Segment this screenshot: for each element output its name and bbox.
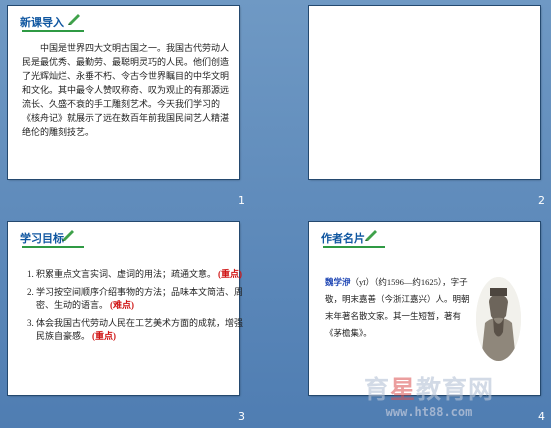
author-name: 魏学洢	[325, 277, 351, 287]
slide-number: 4	[538, 410, 545, 423]
title-underline	[323, 246, 385, 248]
watermark-url: www.ht88.com	[385, 405, 473, 419]
watermark-star: 星	[389, 375, 416, 404]
pencil-icon	[365, 230, 377, 241]
watermark-prefix: 育	[363, 375, 390, 404]
watermark-suffix: 教育网	[416, 375, 495, 404]
goal-item: 学习按空间顺序介绍事物的方法；品味本文简洁、周密、生动的语言。(难点)	[36, 286, 246, 312]
goal-mark: (难点)	[110, 300, 135, 310]
slide-number: 2	[538, 194, 545, 207]
slide-title: 作者名片	[321, 232, 365, 245]
pencil-icon	[62, 230, 74, 241]
slide-2[interactable]	[309, 6, 540, 179]
slide-3[interactable]: 学习目标 积累重点文言实词、虚词的用法；疏通文意。(重点) 学习按空间顺序介绍事…	[8, 222, 243, 395]
title-underline	[22, 246, 84, 248]
author-bio: 魏学洢（yī）（约1596—约1625），字子敬，明末嘉善（今浙江嘉兴）人。明朝…	[325, 274, 475, 342]
goal-item: 体会我国古代劳动人民在工艺美术方面的成就，增强民族自豪感。(重点)	[36, 317, 246, 343]
goal-text: 学习按空间顺序介绍事物的方法；品味本文简洁、周密、生动的语言。	[36, 287, 244, 310]
scholar-portrait-icon	[476, 277, 521, 361]
slide-number: 3	[238, 410, 245, 423]
slide-title: 新课导入	[20, 16, 64, 29]
goal-text: 体会我国古代劳动人民在工艺美术方面的成就，增强民族自豪感。	[36, 318, 244, 341]
slide-title: 学习目标	[20, 232, 64, 245]
slide-number: 1	[238, 194, 245, 207]
intro-paragraph: 中国是世界四大文明古国之一。我国古代劳动人民是最优秀、最勤劳、最聪明灵巧的人民。…	[22, 43, 230, 137]
goal-item: 积累重点文言实词、虚词的用法；疏通文意。(重点)	[36, 268, 246, 281]
site-watermark: 育星教育网 www.ht88.com	[324, 370, 534, 419]
goals-list: 积累重点文言实词、虚词的用法；疏通文意。(重点) 学习按空间顺序介绍事物的方法；…	[22, 268, 246, 348]
watermark-brand: 育星教育网	[324, 370, 534, 406]
goal-mark: (重点)	[92, 331, 117, 341]
goal-mark: (重点)	[218, 269, 243, 279]
title-underline	[22, 30, 84, 32]
pencil-icon	[68, 14, 80, 25]
goal-text: 积累重点文言实词、虚词的用法；疏通文意。	[36, 269, 217, 279]
slide-1[interactable]: 新课导入 中国是世界四大文明古国之一。我国古代劳动人民是最优秀、最勤劳、最聪明灵…	[8, 6, 239, 179]
